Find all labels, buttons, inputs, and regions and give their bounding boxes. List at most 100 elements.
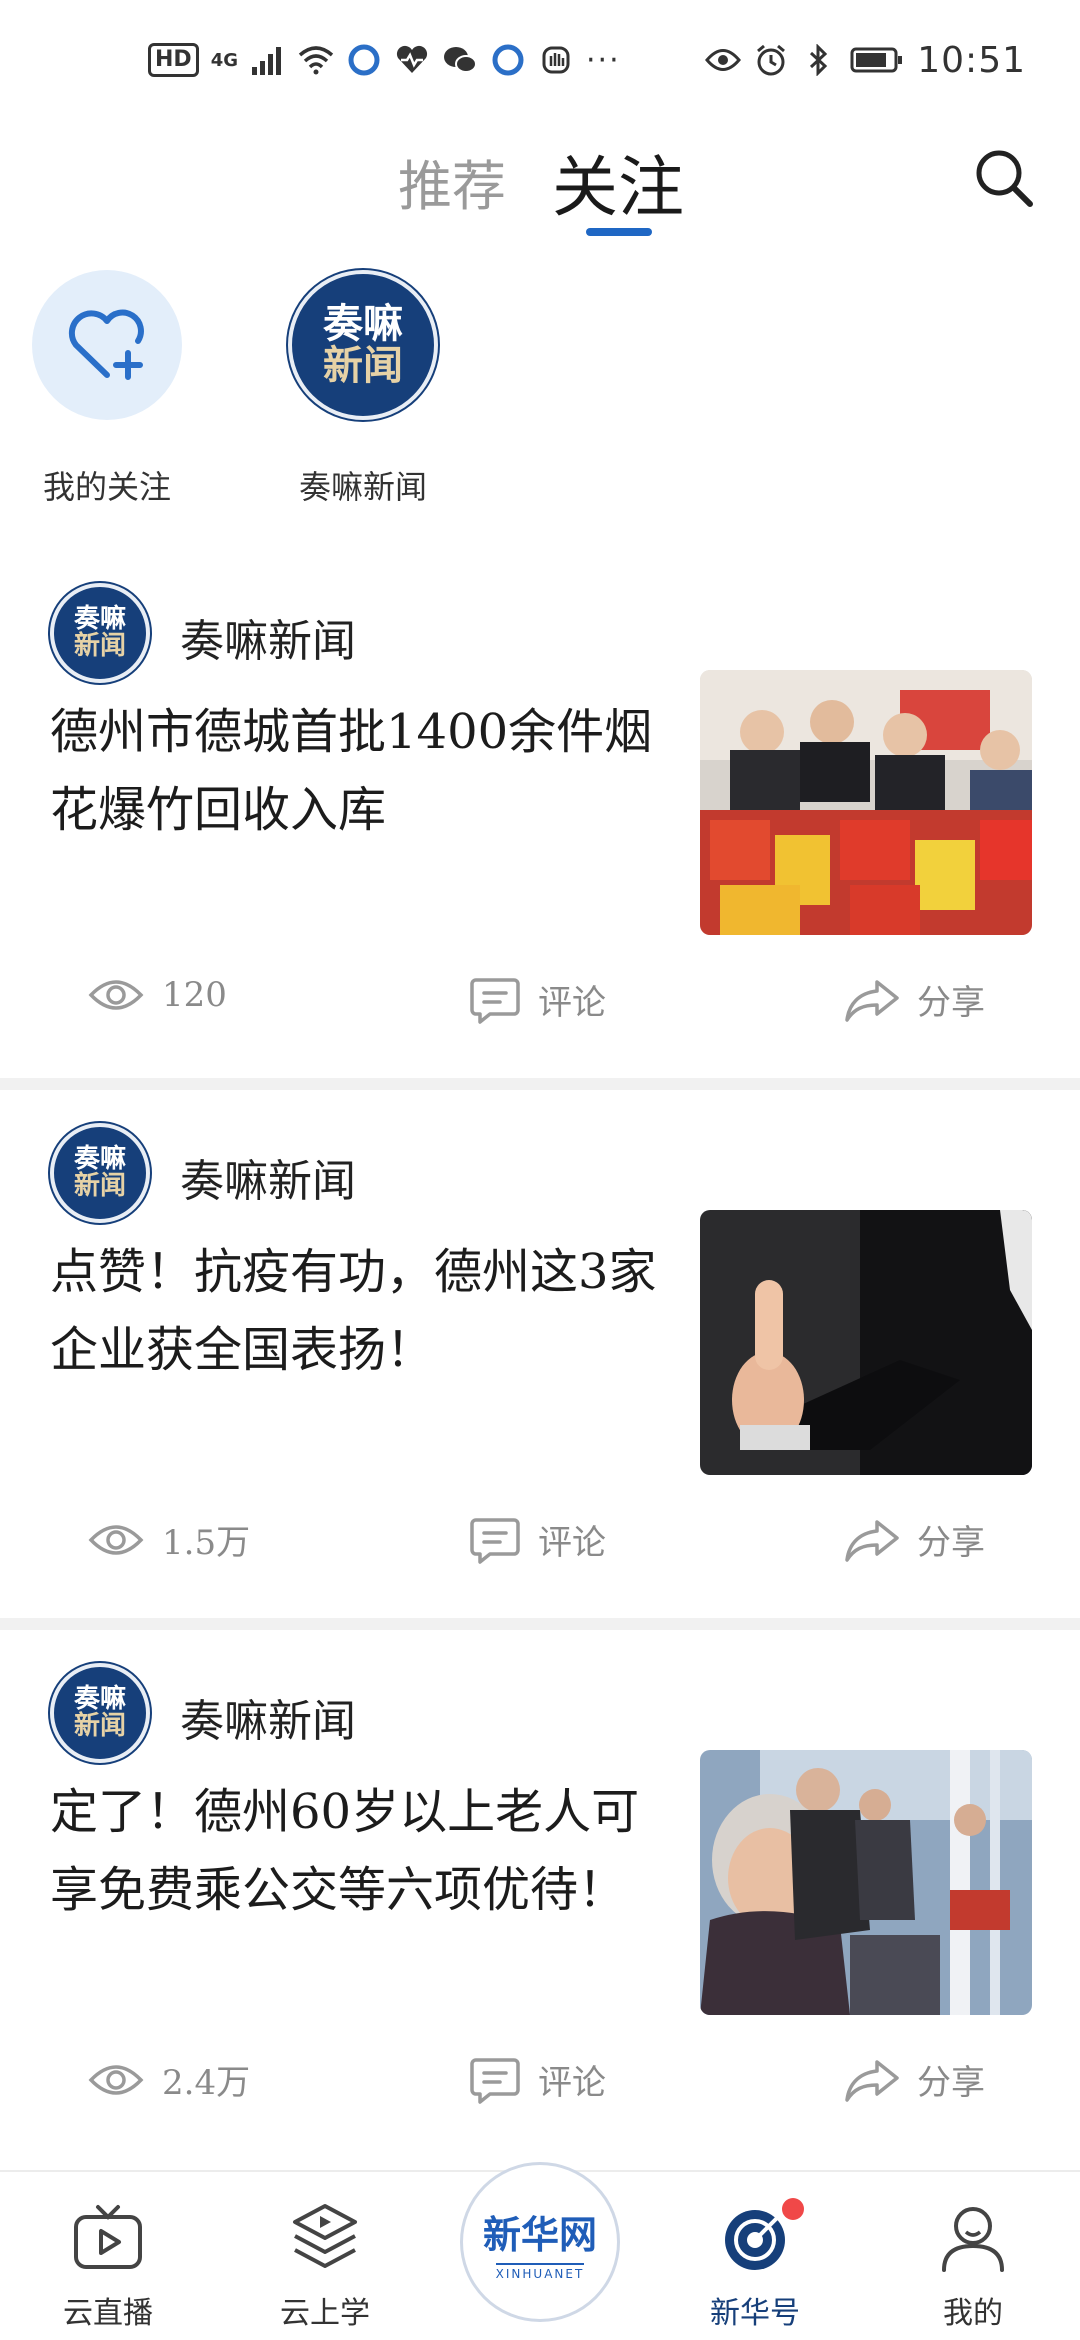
share-button[interactable]: 分享	[845, 1515, 985, 1564]
news-thumbnail[interactable]	[700, 670, 1032, 935]
news-card[interactable]: 奏嘛 新闻 奏嘛新闻 德州市德城首批1400余件烟花爆竹回收入库 120 评论 …	[0, 555, 1080, 1095]
comment-button[interactable]: 评论	[470, 1515, 606, 1564]
layers-play-icon	[285, 2198, 365, 2278]
source-avatar[interactable]: 奏嘛 新闻	[50, 1123, 150, 1223]
comment-icon	[470, 1517, 520, 1564]
app-notify-icon	[346, 42, 382, 78]
view-count: 2.4万	[88, 2055, 250, 2104]
source-avatar[interactable]: 奏嘛 新闻	[50, 1663, 150, 1763]
share-button[interactable]: 分享	[845, 975, 985, 1024]
logo-text-bottom: 新闻	[73, 1171, 126, 1201]
network-type: 4G	[210, 49, 238, 71]
logo-text-bottom: 新闻	[323, 343, 403, 389]
source-name[interactable]: 奏嘛新闻	[180, 1685, 356, 1749]
tab-follow[interactable]: 关注	[552, 134, 684, 230]
share-label: 分享	[917, 983, 985, 1023]
eye-icon	[705, 42, 742, 78]
bottom-navigation: 云直播 云上学 新华网 XINHUANET 新华号 我的	[0, 2162, 1080, 2340]
status-left: HD 4G ···	[148, 42, 621, 78]
nav-label: 云上学	[280, 2296, 370, 2331]
wechat-icon	[442, 42, 478, 78]
hand-icon	[538, 42, 574, 78]
news-title[interactable]: 定了！德州60岁以上老人可享免费乘公交等六项优待！	[50, 1773, 660, 1929]
qinma-logo-large: 奏嘛 新闻	[288, 270, 438, 420]
status-right: 10:51	[705, 40, 1026, 81]
my-follow-entry[interactable]: 我的关注	[12, 270, 202, 508]
nav-xinhuanet-home[interactable]: 新华网 XINHUANET	[460, 2162, 620, 2322]
app-notify-icon-2	[490, 42, 526, 78]
logo-text-bottom: 新闻	[73, 631, 126, 661]
clock: 10:51	[917, 39, 1026, 81]
eye-icon	[88, 1524, 144, 1555]
search-icon	[976, 150, 1033, 207]
user-icon	[933, 2198, 1013, 2278]
tv-play-icon	[68, 2198, 148, 2278]
nav-label: 云直播	[63, 2296, 153, 2331]
view-count-value: 2.4万	[162, 2063, 251, 2103]
more-notifications-icon: ···	[586, 42, 621, 78]
share-icon	[845, 2059, 899, 2102]
view-count: 1.5万	[88, 1515, 250, 1564]
comment-label: 评论	[538, 983, 606, 1023]
card-actions: 120 评论 分享	[0, 975, 1080, 1055]
xinhuanet-logo-sub: XINHUANET	[495, 2262, 585, 2281]
nav-mine[interactable]: 我的	[893, 2198, 1053, 2332]
news-title[interactable]: 点赞！抗疫有功，德州这3家企业获全国表扬！	[50, 1233, 660, 1389]
logo-text-top: 奏嘛	[73, 1143, 126, 1174]
logo-text-top: 奏嘛	[73, 603, 126, 634]
xinhuanet-logo-text: 新华网	[482, 2212, 597, 2257]
source-name[interactable]: 奏嘛新闻	[180, 1145, 356, 1209]
account-name-label: 奏嘛新闻	[298, 468, 427, 506]
top-tab-bar: 推荐 关注	[0, 120, 1080, 250]
card-actions: 2.4万 评论 分享	[0, 2055, 1080, 2135]
notification-dot	[782, 2198, 804, 2220]
logo-text-top: 奏嘛	[73, 1683, 126, 1714]
followed-accounts-row: 我的关注 奏嘛 新闻 奏嘛新闻	[0, 270, 1080, 520]
source-avatar[interactable]: 奏嘛 新闻	[50, 583, 150, 683]
view-count-value: 1.5万	[162, 1523, 251, 1563]
share-label: 分享	[917, 1523, 985, 1563]
share-icon	[845, 979, 899, 1022]
news-card[interactable]: 奏嘛 新闻 奏嘛新闻 定了！德州60岁以上老人可享免费乘公交等六项优待！ 2.4…	[0, 1635, 1080, 2175]
followed-account-qinma[interactable]: 奏嘛 新闻 奏嘛新闻	[268, 270, 458, 508]
view-count-value: 120	[162, 975, 227, 1015]
eye-icon	[88, 2064, 144, 2095]
nav-cloud-live[interactable]: 云直播	[28, 2198, 188, 2332]
source-name[interactable]: 奏嘛新闻	[180, 605, 356, 669]
share-label: 分享	[917, 2063, 985, 2103]
bluetooth-icon	[801, 42, 837, 78]
nav-label: 我的	[943, 2296, 1003, 2331]
health-icon	[394, 42, 430, 78]
comment-label: 评论	[538, 1523, 606, 1563]
comment-button[interactable]: 评论	[470, 2055, 606, 2104]
card-divider	[0, 1078, 1080, 1090]
hd-indicator: HD	[148, 43, 199, 77]
view-count: 120	[88, 975, 227, 1015]
tab-recommend[interactable]: 推荐	[398, 142, 506, 221]
logo-text-bottom: 新闻	[73, 1711, 126, 1741]
share-button[interactable]: 分享	[845, 2055, 985, 2104]
status-bar: HD 4G ··· 10:51	[0, 0, 1080, 120]
news-title[interactable]: 德州市德城首批1400余件烟花爆竹回收入库	[50, 693, 660, 849]
comment-icon	[470, 977, 520, 1024]
battery-icon	[849, 42, 905, 78]
news-thumbnail[interactable]	[700, 1210, 1032, 1475]
share-icon	[845, 1519, 899, 1562]
wifi-icon	[298, 42, 334, 78]
eye-icon	[88, 980, 144, 1010]
logo-text-top: 奏嘛	[323, 301, 403, 347]
my-follow-label: 我的关注	[42, 468, 171, 506]
comment-icon	[470, 2057, 520, 2104]
active-tab-indicator	[586, 228, 652, 236]
nav-xinhuahao[interactable]: 新华号	[675, 2198, 835, 2332]
add-follow-circle	[32, 270, 182, 420]
comment-label: 评论	[538, 2063, 606, 2103]
search-button[interactable]	[972, 146, 1036, 210]
comment-button[interactable]: 评论	[470, 975, 606, 1024]
nav-cloud-learn[interactable]: 云上学	[245, 2198, 405, 2332]
news-card[interactable]: 奏嘛 新闻 奏嘛新闻 点赞！抗疫有功，德州这3家企业获全国表扬！ 1.5万 评论…	[0, 1095, 1080, 1635]
card-actions: 1.5万 评论 分享	[0, 1515, 1080, 1595]
heart-plus-icon	[68, 309, 144, 380]
news-thumbnail[interactable]	[700, 1750, 1032, 2015]
card-divider	[0, 1618, 1080, 1630]
